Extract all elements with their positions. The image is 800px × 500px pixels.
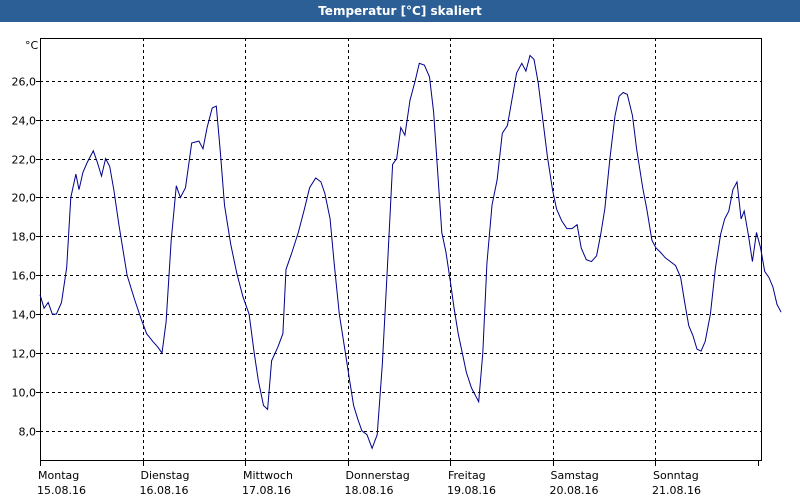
x-tick-label-day: Freitag [448, 469, 486, 482]
x-tick-label-date: 17.08.16 [242, 484, 291, 497]
x-tick-label-day: Montag [38, 469, 79, 482]
x-tick-label-date: 15.08.16 [37, 484, 86, 497]
x-tick-label-date: 21.08.16 [652, 484, 701, 497]
x-axis-ticks: Montag 15.08.16 Dienstag 16.08.16 Mittwoch 17… [37, 460, 759, 497]
y-axis-unit: °C [25, 39, 39, 52]
x-tick-label-day: Samstag [551, 469, 599, 482]
y-tick-label: 14,0 [12, 309, 37, 322]
chart-title: Temperatur [°C] skaliert [0, 0, 800, 22]
x-tick-label-day: Sonntag [653, 469, 699, 482]
x-tick-label-day: Dienstag [141, 469, 190, 482]
x-tick-label-date: 16.08.16 [140, 484, 189, 497]
x-tick-label-date: 20.08.16 [550, 484, 599, 497]
x-tick-label-day: Mittwoch [243, 469, 293, 482]
y-tick-label: 10,0 [12, 387, 37, 400]
chart-window: Temperatur [°C] skaliert °C 8,0 10,0 12,0 1… [0, 0, 800, 500]
x-tick-label-date: 18.08.16 [345, 484, 394, 497]
y-tick-label: 8,0 [19, 426, 37, 439]
y-tick-label: 24,0 [12, 115, 37, 128]
y-tick-label: 18,0 [12, 231, 37, 244]
y-tick-label: 22,0 [12, 154, 37, 167]
x-tick-label-date: 19.08.16 [447, 484, 496, 497]
y-axis-ticks: 8,0 10,0 12,0 14,0 16,0 18,0 20,0 22,0 24,0 26,0 [12, 76, 40, 439]
series-line-temperature [39, 54, 782, 450]
y-tick-label: 20,0 [12, 192, 37, 205]
y-tick-label: 16,0 [12, 270, 37, 283]
y-tick-label: 12,0 [12, 348, 37, 361]
y-tick-label: 26,0 [12, 76, 37, 89]
x-tick-label-day: Donnerstag [346, 469, 410, 482]
plot-frame [40, 38, 762, 461]
grid-lines [40, 38, 761, 460]
temperature-chart: °C 8,0 10,0 12,0 14,0 16,0 18,0 20,0 22,0 24,0 26… [12, 38, 782, 497]
